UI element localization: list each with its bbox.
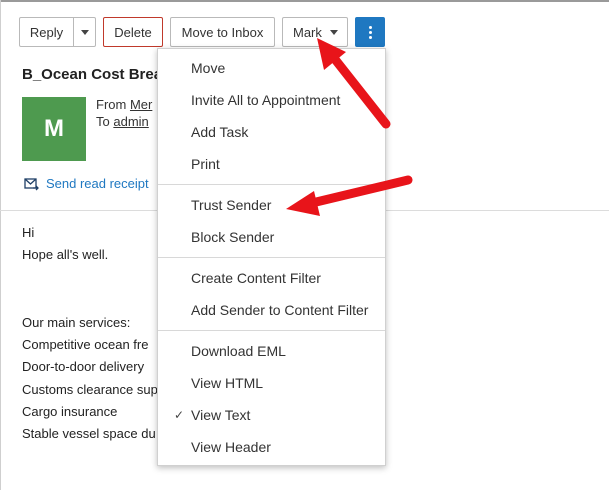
more-vertical-icon xyxy=(368,25,372,39)
body-line: Hi xyxy=(22,225,35,240)
mail-receipt-icon xyxy=(24,177,39,190)
menu-item-invite-all[interactable]: Invite All to Appointment xyxy=(158,85,385,115)
body-line: Cargo insurance xyxy=(22,404,118,419)
menu-item-trust-sender[interactable]: Trust Sender xyxy=(158,190,385,220)
menu-item-block-sender[interactable]: Block Sender xyxy=(158,222,385,252)
menu-item-move[interactable]: Move xyxy=(158,53,385,83)
top-border xyxy=(0,0,609,2)
menu-item-print[interactable]: Print xyxy=(158,149,385,179)
menu-separator xyxy=(158,257,385,258)
body-line: Competitive ocean fre xyxy=(22,337,149,352)
menu-item-download-eml[interactable]: Download EML xyxy=(158,336,385,366)
from-link[interactable]: Mer xyxy=(130,97,152,112)
check-icon: ✓ xyxy=(174,408,185,422)
menu-item-view-text[interactable]: ✓ View Text xyxy=(158,400,385,430)
body-line: Hope all's well. xyxy=(22,247,109,262)
body-line: Door-to-door delivery xyxy=(22,359,145,374)
avatar: M xyxy=(22,97,86,161)
left-border xyxy=(0,0,1,490)
mark-button[interactable]: Mark xyxy=(282,17,348,47)
email-subject: B_Ocean Cost Brea xyxy=(22,66,163,83)
to-line: To admin xyxy=(96,114,149,129)
mark-label: Mark xyxy=(293,24,322,40)
to-link[interactable]: admin xyxy=(113,114,148,129)
reply-options-button[interactable] xyxy=(74,18,96,46)
mark-dropdown-menu: Move Invite All to Appointment Add Task … xyxy=(157,48,386,466)
from-line: From Mer xyxy=(96,97,152,112)
reply-button[interactable]: Reply xyxy=(20,25,73,40)
menu-separator xyxy=(158,184,385,185)
move-to-inbox-button[interactable]: Move to Inbox xyxy=(170,17,275,47)
delete-button[interactable]: Delete xyxy=(103,17,163,47)
from-label: From xyxy=(96,97,127,112)
menu-item-view-html[interactable]: View HTML xyxy=(158,368,385,398)
menu-item-create-content-filter[interactable]: Create Content Filter xyxy=(158,263,385,293)
body-line: Stable vessel space du xyxy=(22,426,156,441)
menu-item-add-sender-to-filter[interactable]: Add Sender to Content Filter xyxy=(158,295,385,325)
body-line: Our main services: xyxy=(22,315,131,330)
reply-split-button: Reply xyxy=(19,17,96,47)
to-label: To xyxy=(96,114,110,129)
menu-item-view-header[interactable]: View Header xyxy=(158,432,385,462)
more-actions-button[interactable] xyxy=(355,17,385,47)
menu-separator xyxy=(158,330,385,331)
send-read-receipt-link[interactable]: Send read receipt xyxy=(24,176,149,191)
menu-item-add-task[interactable]: Add Task xyxy=(158,117,385,147)
body-line: Customs clearance sup xyxy=(22,382,158,397)
caret-down-icon xyxy=(81,29,89,35)
caret-down-icon xyxy=(329,29,338,35)
send-read-receipt-label: Send read receipt xyxy=(46,176,149,191)
